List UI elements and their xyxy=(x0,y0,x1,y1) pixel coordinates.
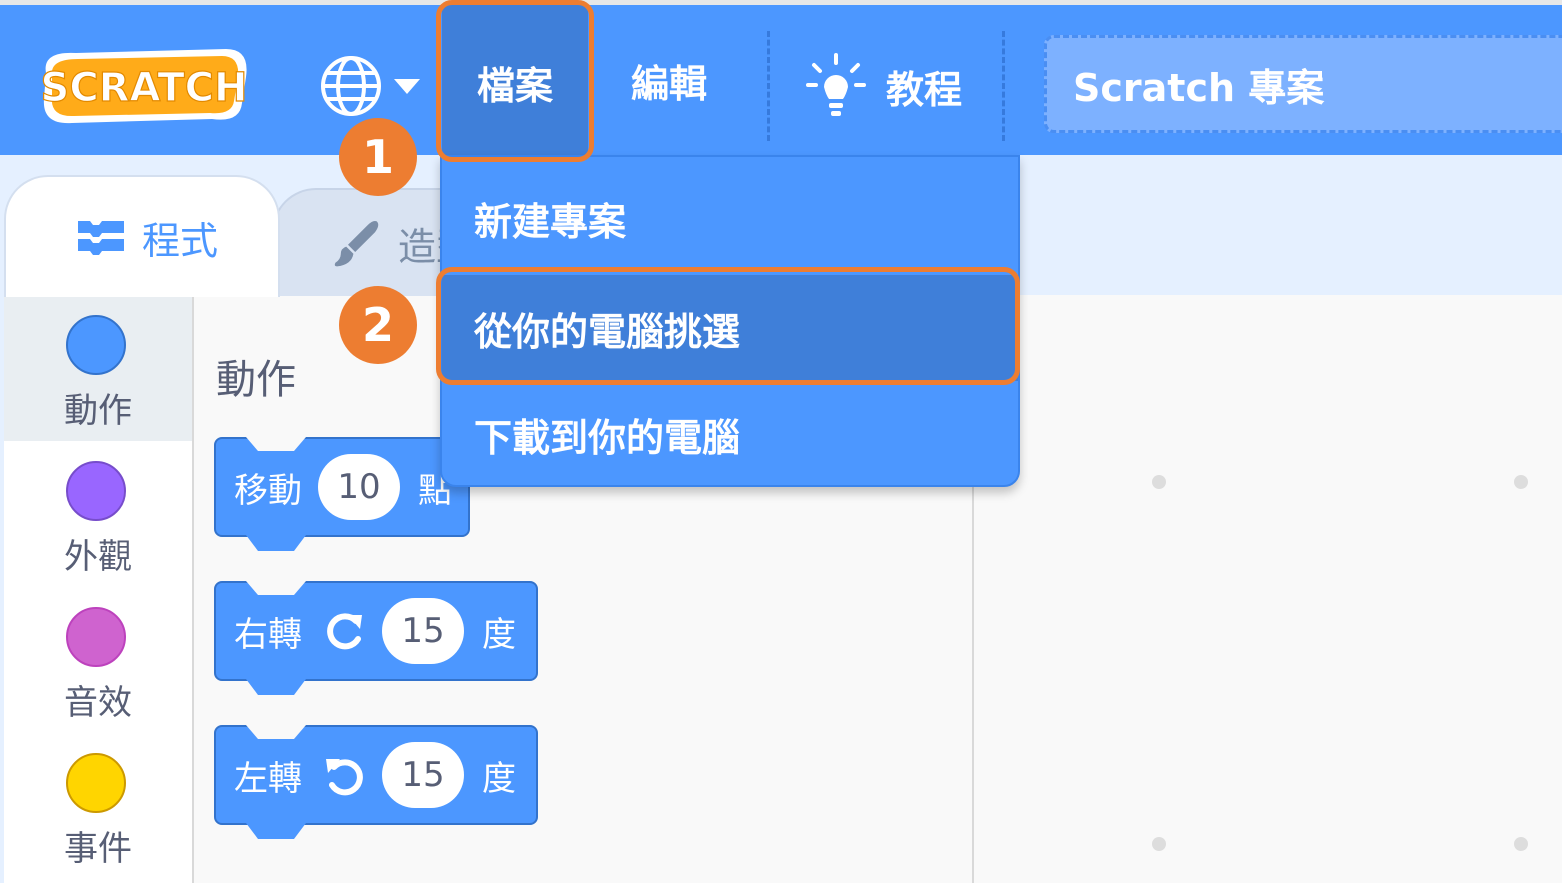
degrees-value: 15 xyxy=(401,755,445,795)
lightbulb-icon xyxy=(806,53,866,116)
category-sound[interactable]: 音效 xyxy=(4,587,192,733)
grid-dot xyxy=(1514,475,1528,489)
edit-menu-button[interactable]: 編輯 xyxy=(596,5,742,155)
grid-dot xyxy=(1514,837,1528,851)
category-label: 事件 xyxy=(64,829,132,869)
edit-menu-label: 編輯 xyxy=(630,61,707,106)
code-blocks-icon xyxy=(78,221,124,255)
step-2-number: 2 xyxy=(361,298,394,352)
project-title-input[interactable]: Scratch 專案 xyxy=(1044,35,1562,133)
menu-item-label: 新建專案 xyxy=(474,199,627,244)
tutorials-button[interactable]: 教程 xyxy=(806,51,962,121)
menu-item-new-project[interactable]: 新建專案 xyxy=(442,165,1018,271)
block-label: 左轉 xyxy=(234,758,302,799)
category-label: 動作 xyxy=(64,391,132,431)
tutorials-label: 教程 xyxy=(886,67,963,112)
menu-item-save-to-computer[interactable]: 下載到你的電腦 xyxy=(442,381,1018,487)
step-2-badge: 2 xyxy=(339,286,417,364)
menu-item-label: 下載到你的電腦 xyxy=(474,415,741,460)
steps-input[interactable]: 10 xyxy=(318,454,400,520)
rotate-right-icon xyxy=(327,613,362,650)
scratch-logo[interactable]: SCRATCH xyxy=(36,43,252,125)
block-suffix: 度 xyxy=(482,614,516,655)
sound-dot-icon xyxy=(66,607,126,667)
load-item-highlight xyxy=(436,267,1020,385)
move-steps-block[interactable]: 移動 10 點 xyxy=(214,437,470,551)
grid-dot xyxy=(1152,475,1166,489)
rotate-left-icon xyxy=(326,759,363,796)
grid-dot xyxy=(1152,837,1166,851)
looks-dot-icon xyxy=(66,461,126,521)
palette-section-title: 動作 xyxy=(216,357,296,403)
motion-dot-icon xyxy=(66,315,126,375)
svg-text:SCRATCH: SCRATCH xyxy=(41,65,248,111)
events-dot-icon xyxy=(66,753,126,813)
block-notch xyxy=(246,535,306,551)
tab-code-label: 程式 xyxy=(142,218,219,263)
category-label: 外觀 xyxy=(64,537,132,577)
step-1-number: 1 xyxy=(361,130,394,184)
category-looks[interactable]: 外觀 xyxy=(4,441,192,587)
block-label: 移動 xyxy=(234,470,302,511)
step-1-badge: 1 xyxy=(339,118,417,196)
file-menu-highlight xyxy=(436,0,594,162)
paintbrush-icon xyxy=(334,220,379,267)
category-motion[interactable]: 動作 xyxy=(4,295,192,441)
tab-code[interactable]: 程式 xyxy=(4,175,280,297)
menu-bar: SCRATCH 檔案 編輯 教程 Scratch 專案 xyxy=(0,0,1562,160)
category-label: 音效 xyxy=(64,683,132,723)
category-bar: 動作 外觀 音效 事件 xyxy=(4,295,194,883)
degrees-value: 15 xyxy=(401,611,445,651)
category-events[interactable]: 事件 xyxy=(4,733,192,879)
block-notch xyxy=(246,823,306,839)
steps-value: 10 xyxy=(337,467,381,507)
turn-right-block[interactable]: 右轉 15 度 xyxy=(214,581,538,695)
project-title-text: Scratch 專案 xyxy=(1073,65,1325,110)
degrees-input[interactable]: 15 xyxy=(382,598,464,664)
menu-divider xyxy=(1002,31,1005,141)
chevron-down-icon[interactable] xyxy=(394,79,420,94)
turn-left-block[interactable]: 左轉 15 度 xyxy=(214,725,538,839)
block-notch xyxy=(246,725,306,739)
language-globe-icon[interactable] xyxy=(318,53,384,119)
block-label: 右轉 xyxy=(234,614,302,655)
menu-divider xyxy=(767,31,770,141)
block-notch xyxy=(246,679,306,695)
block-notch xyxy=(246,581,306,595)
block-notch xyxy=(246,437,306,451)
script-area[interactable] xyxy=(974,295,1562,883)
block-suffix: 度 xyxy=(482,758,516,799)
degrees-input[interactable]: 15 xyxy=(382,742,464,808)
